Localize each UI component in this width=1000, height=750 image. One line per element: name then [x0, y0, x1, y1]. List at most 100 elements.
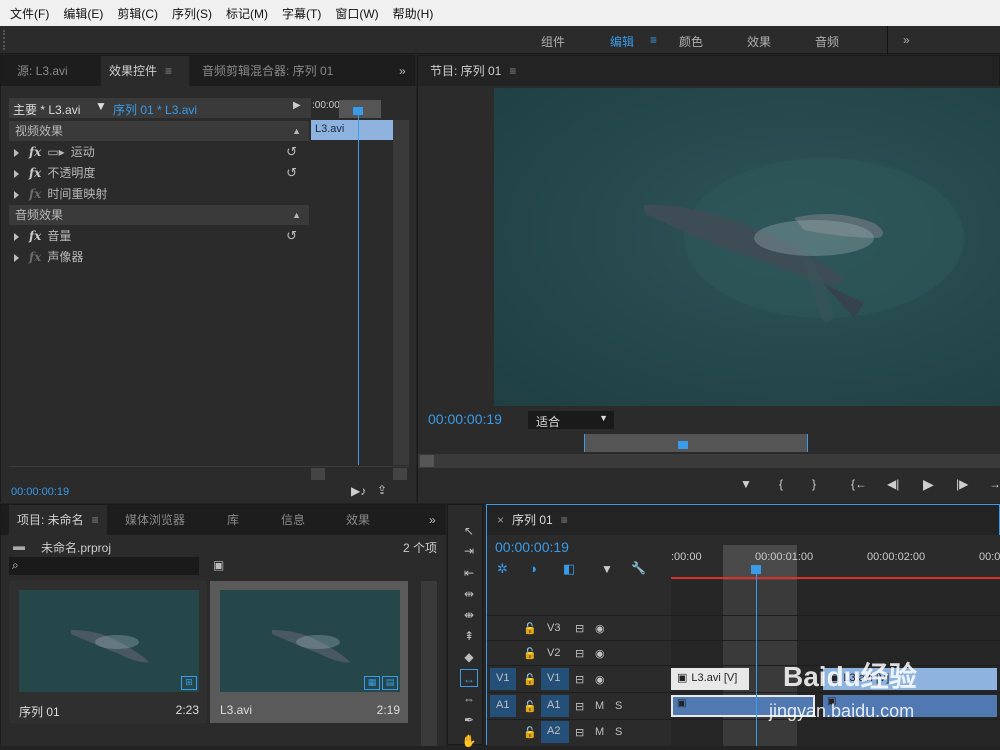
master-clip-label[interactable]: 主要 * L3.avi: [13, 101, 80, 118]
tab-libraries[interactable]: 库: [219, 505, 247, 535]
fit-dropdown[interactable]: 适合 ▼: [528, 411, 614, 429]
lock-icon[interactable]: 🔓: [523, 700, 537, 713]
horizontal-scrollbar[interactable]: [9, 466, 409, 480]
effect-row-volume[interactable]: fx 音量 ↺: [9, 226, 309, 246]
panel-more-icon[interactable]: »: [391, 56, 414, 86]
search-input[interactable]: ⌕: [9, 557, 199, 575]
track-target-a1[interactable]: A1: [541, 695, 569, 717]
mini-timeline-ruler[interactable]: :00:00: [311, 98, 393, 118]
export-icon[interactable]: ⇪: [377, 483, 387, 497]
sync-lock-icon[interactable]: ⊟: [575, 673, 584, 686]
step-forward-icon[interactable]: |▶: [956, 477, 968, 491]
workspace-color[interactable]: 颜色: [679, 33, 703, 50]
workspace-effects[interactable]: 效果: [747, 33, 771, 50]
menu-title[interactable]: 字幕(T): [282, 5, 321, 22]
scroll-thumb[interactable]: [393, 468, 407, 480]
solo-button[interactable]: S: [615, 700, 622, 712]
razor-tool-icon[interactable]: ◆: [460, 648, 478, 666]
snap-icon[interactable]: ✲: [497, 561, 508, 577]
effect-controls-timecode[interactable]: 00:00:00:19: [11, 486, 69, 498]
program-timeline-bar[interactable]: [418, 434, 1000, 454]
track-select-tool-icon[interactable]: ⇥: [460, 542, 478, 560]
playhead-icon[interactable]: [678, 441, 688, 449]
go-to-out-icon[interactable]: →: [989, 477, 1000, 491]
tab-project[interactable]: 项目: 未命名 ≡: [9, 505, 107, 535]
project-item-sequence[interactable]: ⊞ 序列 01 2:23: [9, 581, 207, 723]
in-out-range[interactable]: [584, 434, 808, 452]
mini-clip[interactable]: L3.avi: [311, 120, 393, 140]
sync-lock-icon[interactable]: ⊟: [575, 726, 584, 739]
fx-icon[interactable]: fx: [29, 187, 41, 201]
tab-source[interactable]: 源: L3.avi: [9, 56, 76, 86]
tab-menu-icon[interactable]: ≡: [92, 513, 99, 527]
solo-button[interactable]: S: [615, 726, 622, 738]
razor-align-tool-icon[interactable]: ⇞: [460, 627, 478, 645]
sync-lock-icon[interactable]: ⊟: [575, 647, 584, 660]
expand-icon[interactable]: [14, 148, 19, 157]
workspace-assembly[interactable]: 组件: [541, 33, 565, 50]
step-back-icon[interactable]: ◀|: [887, 477, 899, 491]
tab-menu-icon[interactable]: ≡: [561, 513, 568, 527]
rate-stretch-tool-icon[interactable]: ⇼: [460, 606, 478, 624]
go-to-in-icon[interactable]: {←: [851, 477, 867, 491]
menu-edit[interactable]: 编辑(E): [63, 5, 103, 22]
wrench-icon[interactable]: 🔧: [631, 561, 646, 575]
source-patch-v1[interactable]: V1: [490, 668, 516, 690]
mark-out-icon[interactable]: }: [812, 477, 816, 491]
expand-arrow-icon[interactable]: ▶: [293, 100, 301, 111]
source-patch-a1[interactable]: A1: [490, 695, 516, 717]
effect-row-opacity[interactable]: fx 不透明度 ↺: [9, 163, 309, 183]
tab-sequence[interactable]: × 序列 01 ≡: [489, 505, 583, 535]
workspace-editing[interactable]: 编辑: [610, 33, 634, 50]
ripple-edit-tool-icon[interactable]: ⇤: [460, 564, 478, 582]
zoom-scrollbar[interactable]: [418, 454, 1000, 468]
workspace-more-icon[interactable]: »: [903, 33, 910, 47]
timeline-timecode[interactable]: 00:00:00:19: [495, 539, 569, 555]
program-title[interactable]: 节目: 序列 01 ≡: [422, 56, 524, 86]
slide-tool-icon[interactable]: ⇔: [460, 690, 478, 708]
reset-icon[interactable]: ↺: [286, 226, 297, 246]
mark-in-icon[interactable]: {: [779, 477, 783, 491]
menu-window[interactable]: 窗口(W): [335, 5, 378, 22]
transform-icon[interactable]: ▭▸: [47, 145, 64, 159]
play-icon[interactable]: ▶: [923, 476, 934, 493]
add-marker-icon[interactable]: ▼: [740, 477, 752, 491]
sequence-clip-label[interactable]: 序列 01 * L3.avi: [113, 101, 197, 118]
tab-media-browser[interactable]: 媒体浏览器: [117, 505, 193, 535]
rolling-edit-tool-icon[interactable]: ⇹: [460, 585, 478, 603]
tab-audio-clip-mixer[interactable]: 音频剪辑混合器: 序列 01: [194, 56, 341, 86]
sync-lock-icon[interactable]: ⊟: [575, 622, 584, 635]
effect-row-panner[interactable]: fx 声像器: [9, 247, 309, 267]
scroll-thumb[interactable]: [420, 455, 434, 467]
workspace-menu-icon[interactable]: ≡: [650, 33, 657, 47]
fx-icon[interactable]: fx: [29, 145, 41, 159]
sync-lock-icon[interactable]: ⊟: [575, 700, 584, 713]
mute-button[interactable]: M: [595, 700, 604, 712]
mini-scrollbar[interactable]: [393, 120, 409, 465]
eye-icon[interactable]: ◉: [595, 673, 605, 686]
eye-icon[interactable]: ◉: [595, 622, 605, 635]
lock-icon[interactable]: 🔓: [523, 726, 537, 739]
track-target-a2[interactable]: A2: [541, 721, 569, 743]
video-clip[interactable]: ▣ L3.avi [V]: [671, 668, 749, 690]
fx-icon[interactable]: fx: [29, 166, 41, 180]
menu-clip[interactable]: 剪辑(C): [117, 5, 158, 22]
panel-more-icon[interactable]: »: [421, 505, 444, 535]
lock-icon[interactable]: 🔓: [523, 673, 537, 686]
hand-tool-icon[interactable]: ✋: [460, 732, 478, 750]
slip-tool-icon[interactable]: ↔: [460, 669, 478, 687]
collapse-icon[interactable]: ▲: [292, 121, 301, 141]
lock-icon[interactable]: 🔓: [523, 647, 537, 660]
fx-icon[interactable]: fx: [29, 250, 41, 264]
collapse-icon[interactable]: ▲: [292, 205, 301, 225]
dropdown-icon[interactable]: ▼: [95, 99, 107, 113]
expand-icon[interactable]: [14, 232, 19, 241]
program-timecode[interactable]: 00:00:00:19: [428, 411, 502, 427]
pen-tool-icon[interactable]: ✒: [460, 711, 478, 729]
menu-help[interactable]: 帮助(H): [393, 5, 434, 22]
new-bin-icon[interactable]: ▣: [213, 558, 224, 572]
eye-icon[interactable]: ◉: [595, 647, 605, 660]
tab-menu-icon[interactable]: ≡: [509, 64, 516, 78]
marker-icon[interactable]: ▼: [601, 562, 613, 576]
tab-menu-icon[interactable]: ≡: [165, 64, 172, 78]
